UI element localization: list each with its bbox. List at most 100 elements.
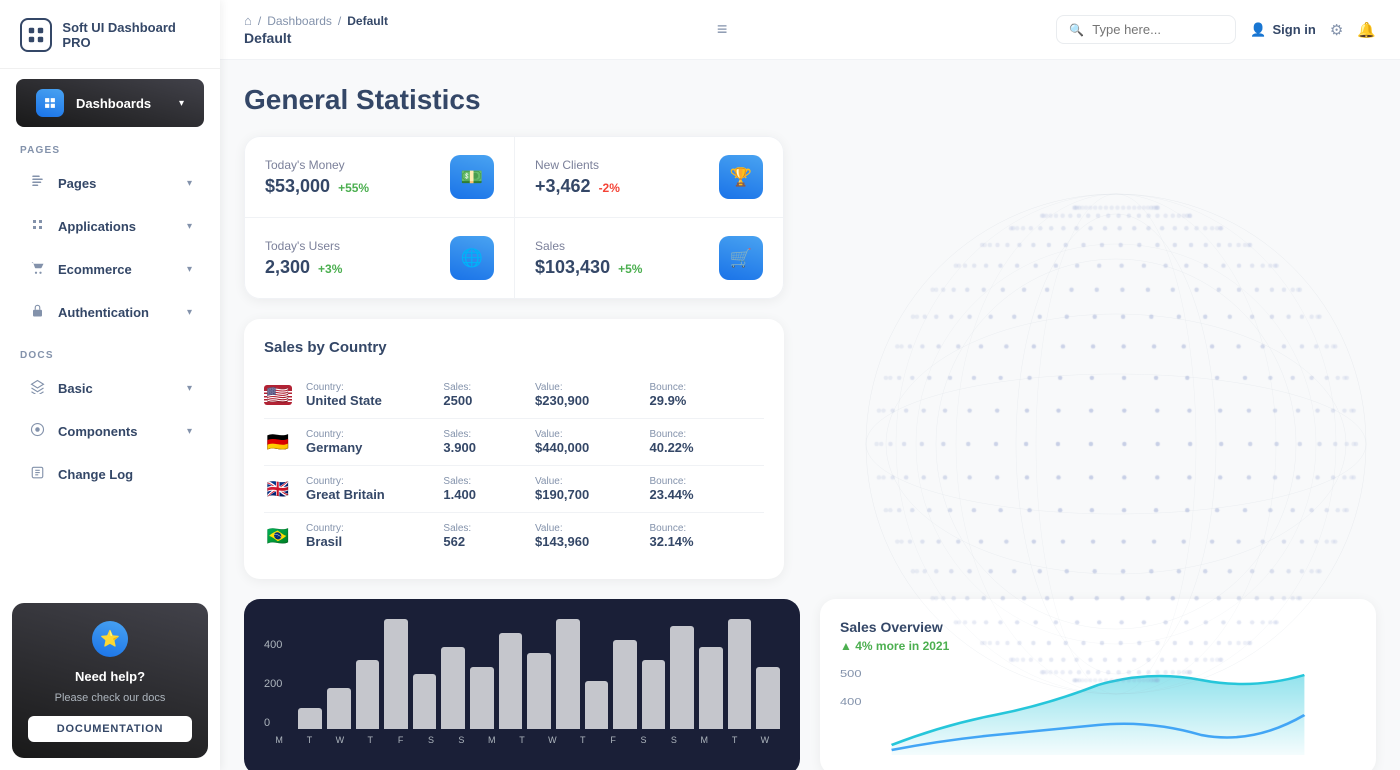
x-label-10: T	[568, 735, 598, 745]
country-bounce-gb: 23.44%	[650, 487, 765, 502]
bar-11	[613, 640, 637, 729]
stat-value-users: 2,300	[265, 257, 310, 278]
country-row-br: Country: Brasil Sales: 562 Value: $143,9…	[264, 513, 764, 559]
sidebar-item-ecommerce[interactable]: Ecommerce ▾	[8, 250, 212, 289]
x-label-16: W	[750, 735, 780, 745]
sidebar-item-ecommerce-label: Ecommerce	[58, 262, 132, 277]
col-label-country-0: Country:	[306, 382, 443, 393]
x-label-4: F	[385, 735, 415, 745]
sidebar-item-basic[interactable]: Basic ▾	[8, 369, 212, 408]
country-value-gb: $190,700	[535, 487, 650, 502]
x-label-14: M	[689, 735, 719, 745]
bar-14	[699, 647, 723, 730]
stat-change-money: +55%	[338, 181, 369, 195]
sales-by-country-title: Sales by Country	[264, 339, 764, 356]
sales-overview-title: Sales Overview	[840, 619, 1356, 635]
components-arrow: ▾	[187, 426, 192, 437]
stat-label-sales: Sales	[535, 239, 642, 253]
x-label-0: M	[264, 735, 294, 745]
sidebar-item-pages[interactable]: Pages ▾	[8, 164, 212, 203]
header-right: 🔍 👤 Sign in ⚙ 🔔	[1056, 15, 1376, 44]
bar-1	[327, 688, 351, 729]
bottom-charts: 400 200 0 MTWTFSSMTWTFSSMTW Sales Overvi…	[244, 599, 1376, 770]
x-label-11: F	[598, 735, 628, 745]
y-label-200: 200	[264, 678, 282, 690]
col-label-value-0: Value:	[535, 382, 650, 393]
country-name-us: United State	[306, 393, 443, 408]
sidebar: Soft UI Dashboard PRO Dashboards ▾ PAGES…	[0, 0, 220, 770]
flag-gb	[264, 479, 292, 499]
country-row-us: Country: United State Sales: 2500 Value:…	[264, 372, 764, 419]
country-sales-gb: 1.400	[443, 487, 535, 502]
x-label-2: W	[325, 735, 355, 745]
sign-in-button[interactable]: 👤 Sign in	[1250, 22, 1316, 38]
flag-br	[264, 526, 292, 546]
col-label-sales-2: Sales:	[443, 476, 535, 487]
stat-icon-sales: 🛒	[719, 236, 763, 280]
svg-text:500: 500	[840, 669, 862, 679]
breadcrumb-dashboards[interactable]: Dashboards	[267, 14, 332, 28]
bar-chart-bars	[298, 619, 780, 729]
pages-icon	[28, 174, 46, 193]
stat-card-money: Today's Money $53,000 +55% 💵	[244, 136, 514, 217]
sidebar-item-dashboards[interactable]: Dashboards ▾	[16, 79, 204, 127]
bar-2	[356, 660, 380, 729]
bar-15	[728, 619, 752, 729]
country-value-de: $440,000	[535, 440, 650, 455]
sidebar-item-components[interactable]: Components ▾	[8, 412, 212, 451]
sidebar-item-basic-label: Basic	[58, 381, 93, 396]
x-label-5: S	[416, 735, 446, 745]
hamburger-menu[interactable]: ≡	[717, 19, 728, 40]
x-label-6: S	[446, 735, 476, 745]
notifications-icon[interactable]: 🔔	[1357, 21, 1376, 39]
authentication-arrow: ▾	[187, 307, 192, 318]
help-star-icon: ⭐	[92, 621, 128, 657]
applications-arrow: ▾	[187, 221, 192, 232]
sidebar-item-components-label: Components	[58, 424, 137, 439]
bar-6	[470, 667, 494, 729]
home-icon[interactable]: ⌂	[244, 13, 252, 28]
section-docs-label: DOCS	[0, 334, 220, 367]
bar-9	[556, 619, 580, 729]
country-sales-de: 3.900	[443, 440, 535, 455]
stat-change-clients: -2%	[599, 181, 620, 195]
y-label-0: 0	[264, 717, 282, 729]
search-input[interactable]	[1092, 22, 1223, 37]
col-label-bounce-3: Bounce:	[650, 523, 765, 534]
x-label-13: S	[659, 735, 689, 745]
svg-text:400: 400	[840, 697, 862, 707]
bar-7	[499, 633, 523, 729]
dashboards-icon	[36, 89, 64, 117]
section-pages-label: PAGES	[0, 129, 220, 162]
sidebar-item-authentication-label: Authentication	[58, 305, 149, 320]
sidebar-item-applications-label: Applications	[58, 219, 136, 234]
cart-icon: 🛒	[730, 248, 752, 269]
stat-value-sales: $103,430	[535, 257, 610, 278]
bar-12	[642, 660, 666, 729]
country-bounce-br: 32.14%	[650, 534, 765, 549]
stat-icon-money: 💵	[450, 155, 494, 199]
basic-arrow: ▾	[187, 383, 192, 394]
country-value-br: $143,960	[535, 534, 650, 549]
documentation-button[interactable]: DOCUMENTATION	[28, 716, 192, 742]
country-row-gb: Country: Great Britain Sales: 1.400 Valu…	[264, 466, 764, 513]
sales-overview-change: ▲ 4% more in 2021	[840, 639, 1356, 653]
search-box[interactable]: 🔍	[1056, 15, 1236, 44]
logo-text: Soft UI Dashboard PRO	[62, 20, 200, 50]
chart-y-labels: 400 200 0	[264, 639, 282, 729]
stat-icon-users: 🌐	[450, 236, 494, 280]
globe-icon: 🌐	[461, 248, 483, 269]
sidebar-item-applications[interactable]: Applications ▾	[8, 207, 212, 246]
stat-value-money: $53,000	[265, 176, 330, 197]
country-name-de: Germany	[306, 440, 443, 455]
breadcrumb: ⌂ / Dashboards / Default	[244, 13, 388, 28]
bar-4	[413, 674, 437, 729]
sidebar-item-authentication[interactable]: Authentication ▾	[8, 293, 212, 332]
sidebar-item-changelog[interactable]: Change Log	[8, 455, 212, 494]
settings-icon[interactable]: ⚙	[1330, 21, 1343, 39]
x-label-12: S	[628, 735, 658, 745]
pages-arrow: ▾	[187, 178, 192, 189]
country-bounce-us: 29.9%	[650, 393, 765, 408]
components-icon	[28, 422, 46, 441]
col-label-sales-1: Sales:	[443, 429, 535, 440]
